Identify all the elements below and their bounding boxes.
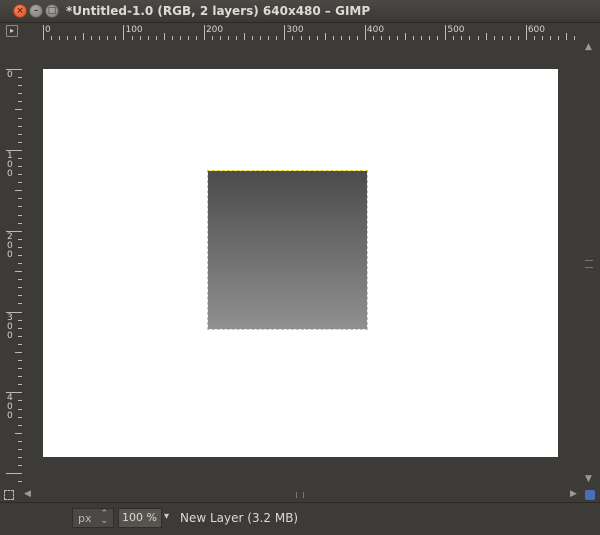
image-canvas[interactable]	[43, 69, 558, 457]
ruler-label: 400	[7, 393, 13, 422]
scroll-down-arrow-icon[interactable]: ▼	[585, 474, 592, 484]
minimize-window-button[interactable]: –	[29, 4, 43, 18]
ruler-tick	[15, 271, 22, 273]
scroll-right-arrow-icon[interactable]: ▶	[570, 489, 577, 499]
ruler-tick	[566, 33, 568, 40]
ruler-label: 300	[7, 312, 13, 341]
ruler-tick	[485, 33, 487, 40]
unit-value: px	[78, 512, 92, 525]
canvas-area[interactable]	[22, 40, 580, 488]
quick-mask-toggle-icon[interactable]: ▸	[6, 25, 18, 37]
unit-selector[interactable]: px ⌃ ⌄	[72, 508, 114, 528]
unit-spin-icon: ⌃ ⌄	[100, 509, 108, 526]
ruler-tick	[244, 33, 246, 40]
ruler-tick	[525, 25, 527, 40]
vertical-ruler[interactable]: 0 100 200 300 400	[4, 40, 23, 488]
title-bar: × – □ *Untitled-1.0 (RGB, 2 layers) 640x…	[0, 0, 600, 23]
ruler-tick	[284, 25, 286, 40]
vertical-scrollbar[interactable]: ▲ ▼	[582, 24, 596, 488]
ruler-tick	[324, 33, 326, 40]
zoom-dropdown-icon[interactable]: ▾	[164, 511, 169, 522]
ruler-tick	[6, 473, 22, 475]
ruler-label: 0	[7, 70, 13, 80]
scroll-up-arrow-icon[interactable]: ▲	[585, 42, 592, 52]
ruler-label: 400	[366, 25, 385, 35]
ruler-tick	[405, 33, 407, 40]
close-window-button[interactable]: ×	[13, 4, 27, 18]
layer-info: New Layer (3.2 MB)	[180, 511, 299, 525]
vertical-scroll-grip[interactable]	[585, 260, 593, 268]
ruler-tick	[445, 25, 447, 40]
ruler-tick	[15, 190, 22, 192]
zoom-field[interactable]: 100 %	[118, 508, 162, 528]
ruler-label: 300	[286, 25, 304, 35]
horizontal-scroll-grip[interactable]	[296, 492, 304, 498]
ruler-label: 100	[7, 150, 13, 179]
ruler-label: 600	[527, 25, 545, 35]
ruler-tick	[163, 33, 165, 40]
ruler-tick	[15, 351, 22, 353]
ruler-label: 200	[7, 231, 13, 260]
ruler-tick	[364, 25, 366, 40]
selection-navigator-icon[interactable]	[4, 490, 14, 500]
scroll-left-arrow-icon[interactable]: ◀	[24, 489, 31, 499]
ruler-tick	[43, 25, 44, 40]
maximize-window-button[interactable]: □	[45, 4, 59, 18]
ruler-label: 200	[205, 25, 224, 35]
horizontal-scrollbar[interactable]: ◀ ▶	[22, 489, 580, 501]
ruler-label: 500	[447, 25, 465, 35]
ruler-tick	[203, 25, 205, 40]
status-bar: px ⌃ ⌄ 100 % ▾ New Layer (3.2 MB)	[0, 502, 600, 535]
navigate-image-icon[interactable]	[585, 490, 595, 500]
ruler-tick	[83, 33, 85, 40]
window-title: *Untitled-1.0 (RGB, 2 layers) 640x480 – …	[66, 4, 371, 18]
new-layer-selection[interactable]	[207, 170, 368, 330]
ruler-tick	[15, 432, 22, 434]
ruler-label: 100	[125, 25, 143, 35]
horizontal-ruler[interactable]: 0 100 200 300 400 500 600	[22, 24, 580, 41]
ruler-tick	[123, 25, 125, 40]
ruler-tick	[15, 109, 22, 111]
ruler-label: 0	[45, 25, 51, 35]
